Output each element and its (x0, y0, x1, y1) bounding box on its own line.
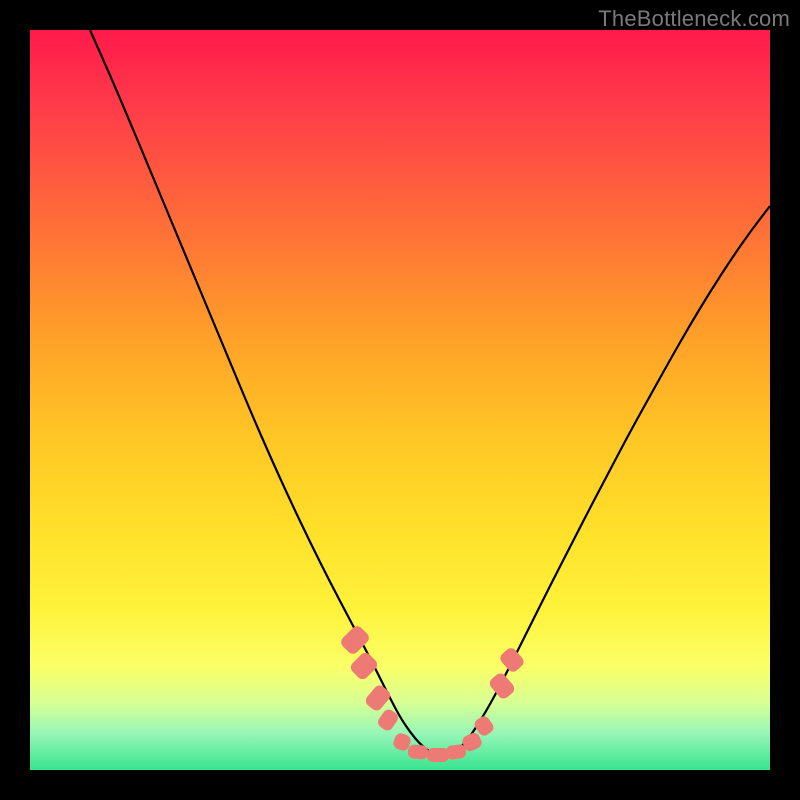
chart-frame: TheBottleneck.com (0, 0, 800, 800)
curve-marker (407, 744, 428, 760)
chart-plot-area (30, 30, 770, 770)
bottleneck-curve (30, 30, 770, 770)
watermark-text: TheBottleneck.com (598, 6, 790, 32)
